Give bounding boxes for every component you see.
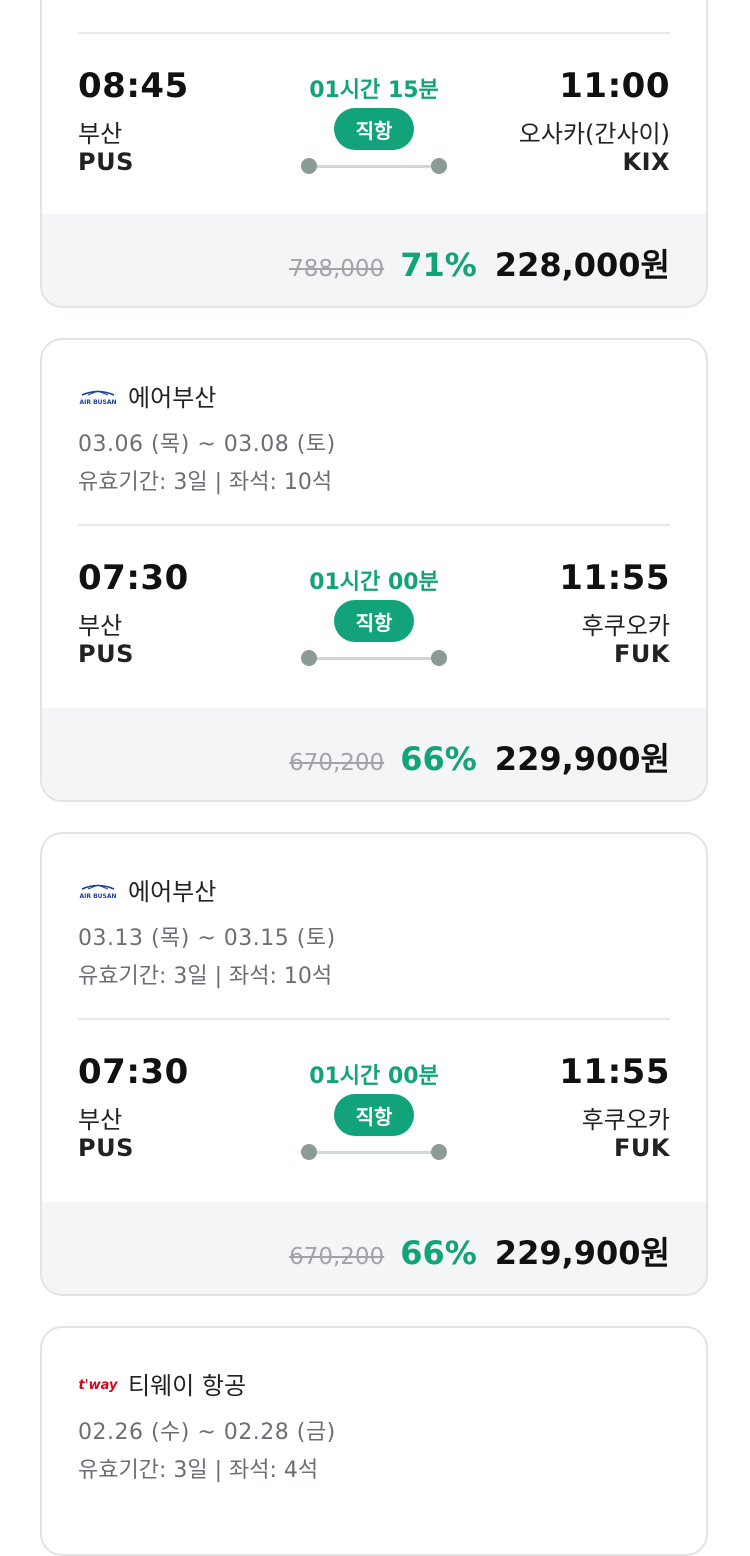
price-row: 670,200 66% 229,900원 — [289, 734, 670, 780]
final-price: 229,900원 — [494, 740, 670, 778]
airline-name: 티웨이 항공 — [128, 1372, 247, 1400]
divider — [78, 524, 670, 526]
price-bar: 670,200 66% 229,900원 — [42, 1202, 706, 1294]
discount-rate: 66% — [400, 1234, 477, 1272]
flight-card[interactable]: t'way 티웨이 항공 02.26 (수) ~ 02.28 (금) 유효기간:… — [40, 1326, 708, 1556]
airline-header: AIR BUSAN 에어부산 — [78, 378, 216, 413]
arrival-code: KIX — [622, 148, 670, 176]
route-end-dot — [431, 158, 447, 174]
air-busan-logo-icon: AIR BUSAN — [78, 385, 118, 407]
flight-card[interactable]: AIR BUSAN 에어부산 03.13 (목) ~ 03.15 (토) 유효기… — [40, 832, 708, 1296]
discount-rate: 71% — [400, 246, 477, 284]
departure-time: 08:45 — [78, 66, 189, 106]
original-price: 670,200 — [289, 1244, 385, 1270]
divider — [78, 32, 670, 34]
departure-code: PUS — [78, 148, 134, 176]
svg-text:AIR BUSAN: AIR BUSAN — [79, 399, 116, 406]
flight-card[interactable]: AIR BUSAN 에어부산 03.06 (목) ~ 03.08 (토) 유효기… — [40, 338, 708, 802]
route-track — [309, 657, 439, 660]
departure-city: 부산 — [78, 1106, 123, 1134]
route-line — [301, 650, 447, 666]
airline-header: t'way 티웨이 항공 — [78, 1366, 246, 1401]
route-line — [301, 158, 447, 174]
air-busan-logo-icon: AIR BUSAN — [78, 879, 118, 901]
route-track — [309, 1151, 439, 1154]
direct-badge: 직항 — [334, 108, 414, 150]
flight-duration: 01시간 00분 — [309, 570, 439, 595]
discount-rate: 66% — [400, 740, 477, 778]
flight-info: 08:45 부산 PUS 01시간 15분 직항 11:00 오사카(간사이) … — [78, 66, 670, 186]
route-start-dot — [301, 158, 317, 174]
airline-name: 에어부산 — [128, 878, 217, 906]
tway-logo-icon: t'way — [78, 1373, 118, 1395]
route-line — [301, 1144, 447, 1160]
flight-duration: 01시간 00분 — [309, 1064, 439, 1089]
direct-badge: 직항 — [334, 600, 414, 642]
price-row: 670,200 66% 229,900원 — [289, 1228, 670, 1274]
price-row: 788,000 71% 228,000원 — [289, 240, 670, 286]
travel-dates: 03.13 (목) ~ 03.15 (토) — [78, 926, 336, 951]
svg-text:AIR BUSAN: AIR BUSAN — [79, 893, 116, 900]
departure-code: PUS — [78, 640, 134, 668]
price-bar: 670,200 66% 229,900원 — [42, 708, 706, 800]
flight-info: 07:30 부산 PUS 01시간 00분 직항 11:55 후쿠오카 FUK — [78, 1052, 670, 1172]
original-price: 788,000 — [289, 256, 385, 282]
departure-time: 07:30 — [78, 558, 189, 598]
validity-seats: 유효기간: 3일 | 좌석: 10석 — [78, 964, 333, 989]
arrival-code: FUK — [614, 640, 670, 668]
arrival-city: 후쿠오카 — [581, 1106, 670, 1134]
direct-badge: 직항 — [334, 1094, 414, 1136]
route-end-dot — [431, 1144, 447, 1160]
airline-name: 에어부산 — [128, 384, 217, 412]
travel-dates: 02.26 (수) ~ 02.28 (금) — [78, 1420, 336, 1445]
original-price: 670,200 — [289, 750, 385, 776]
divider — [78, 1018, 670, 1020]
airline-header: AIR BUSAN 에어부산 — [78, 872, 216, 907]
final-price: 229,900원 — [494, 1234, 670, 1272]
departure-city: 부산 — [78, 120, 123, 148]
departure-code: PUS — [78, 1134, 134, 1162]
arrival-city: 오사카(간사이) — [518, 120, 670, 148]
arrival-time: 11:00 — [559, 66, 670, 106]
flight-info: 07:30 부산 PUS 01시간 00분 직항 11:55 후쿠오카 FUK — [78, 558, 670, 678]
arrival-code: FUK — [614, 1134, 670, 1162]
route-track — [309, 165, 439, 168]
travel-dates: 03.06 (목) ~ 03.08 (토) — [78, 432, 336, 457]
validity-seats: 유효기간: 3일 | 좌석: 4석 — [78, 1458, 319, 1483]
price-bar: 788,000 71% 228,000원 — [42, 214, 706, 306]
departure-city: 부산 — [78, 612, 123, 640]
route-start-dot — [301, 1144, 317, 1160]
final-price: 228,000원 — [494, 246, 670, 284]
arrival-time: 11:55 — [559, 1052, 670, 1092]
route-end-dot — [431, 650, 447, 666]
arrival-city: 후쿠오카 — [581, 612, 670, 640]
flight-card[interactable]: 08:45 부산 PUS 01시간 15분 직항 11:00 오사카(간사이) … — [40, 0, 708, 308]
svg-text:t'way: t'way — [78, 1378, 118, 1393]
departure-time: 07:30 — [78, 1052, 189, 1092]
route-start-dot — [301, 650, 317, 666]
validity-seats: 유효기간: 3일 | 좌석: 10석 — [78, 470, 333, 495]
flight-duration: 01시간 15분 — [309, 78, 439, 103]
arrival-time: 11:55 — [559, 558, 670, 598]
